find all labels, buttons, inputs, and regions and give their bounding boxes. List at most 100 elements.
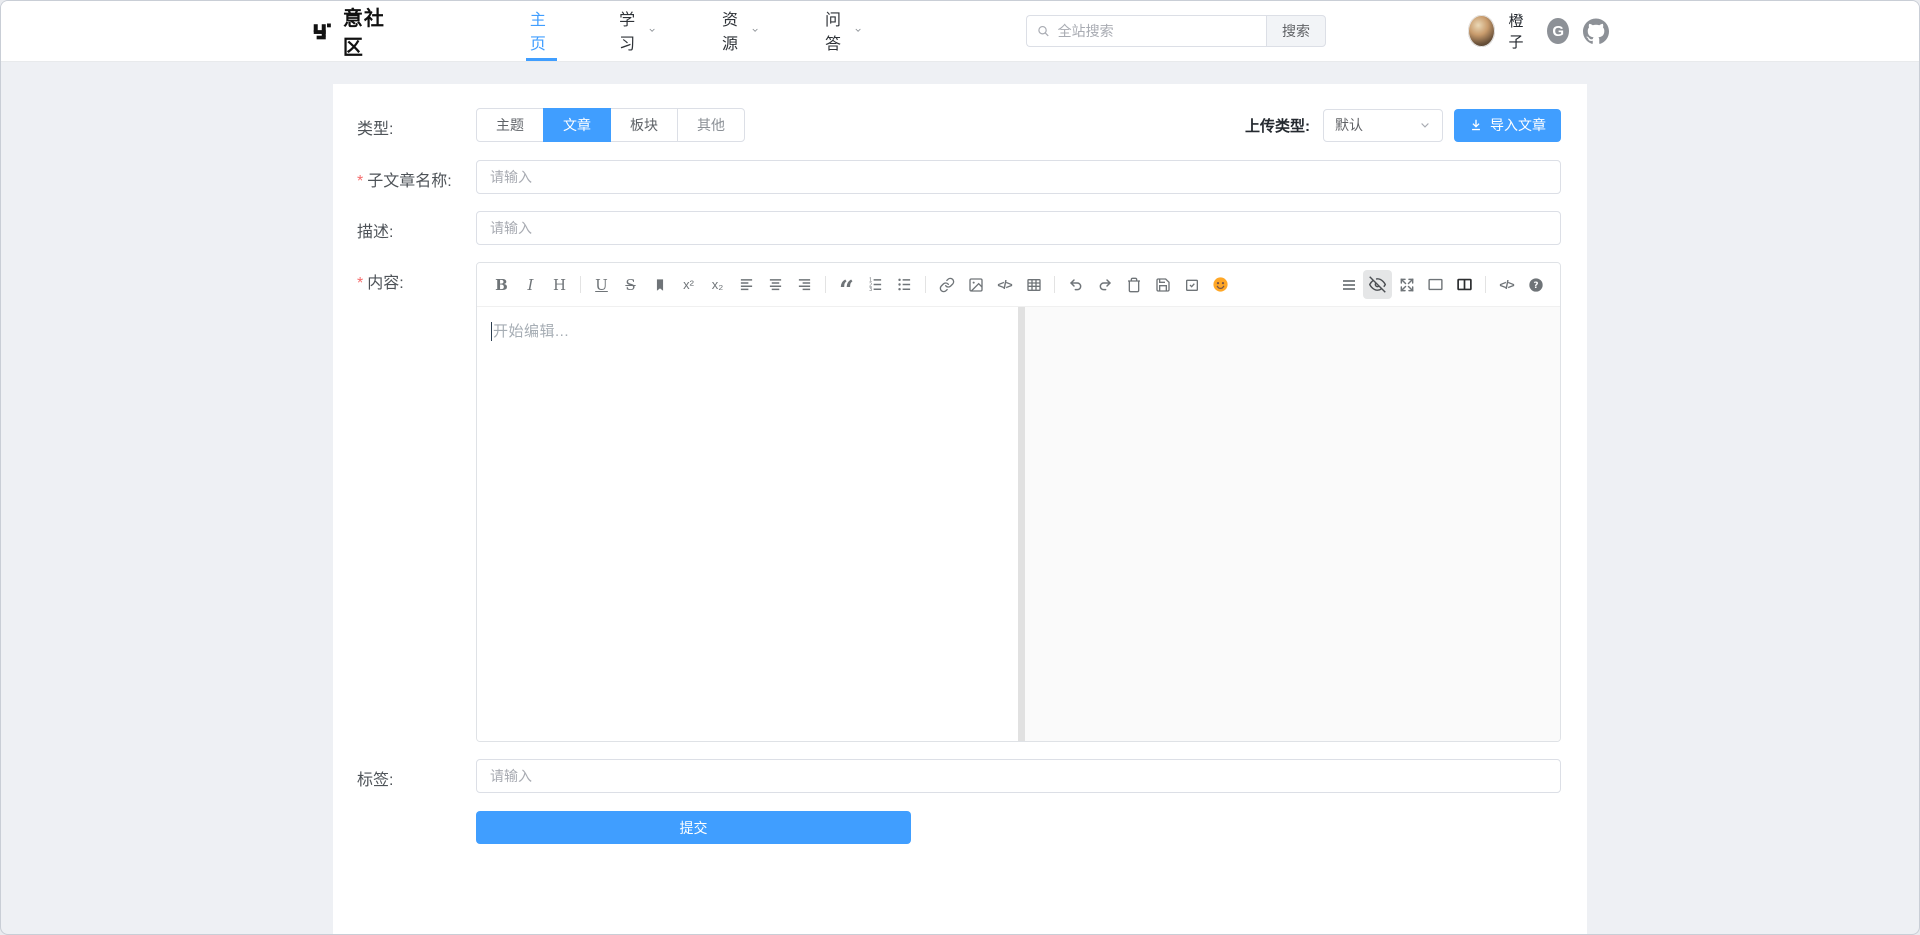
- help-icon: ?: [1528, 277, 1544, 293]
- image-button[interactable]: [961, 270, 990, 299]
- single-pane-icon: [1427, 276, 1444, 293]
- bookmark-icon: [653, 278, 667, 292]
- split-view-button[interactable]: [1450, 270, 1479, 299]
- check-box-icon: [1184, 277, 1200, 293]
- search-input[interactable]: [1058, 23, 1256, 39]
- import-article-label: 导入文章: [1490, 115, 1546, 135]
- tags-input[interactable]: [476, 759, 1561, 793]
- description-label: 描述:: [357, 211, 476, 245]
- text-caret: [491, 322, 492, 341]
- editor-body: 开始编辑...: [477, 307, 1560, 741]
- chevron-down-icon: [648, 24, 656, 36]
- subname-input[interactable]: [476, 160, 1561, 194]
- editor-write-pane[interactable]: 开始编辑...: [477, 307, 1018, 741]
- underline-button[interactable]: U: [587, 270, 616, 299]
- unordered-list-button[interactable]: [890, 270, 919, 299]
- tags-label: 标签:: [357, 759, 476, 793]
- upload-type-value: 默认: [1335, 115, 1363, 135]
- align-center-button[interactable]: [761, 270, 790, 299]
- align-right-icon: [797, 277, 812, 292]
- nav-item-study[interactable]: 学习: [615, 1, 660, 61]
- unordered-list-icon: [897, 277, 912, 292]
- nav-label: 问答: [825, 6, 847, 54]
- redo-icon: [1097, 277, 1113, 293]
- undo-button[interactable]: [1061, 270, 1090, 299]
- row-content: *内容: B I H U S x²: [357, 262, 1561, 742]
- divider: [1485, 276, 1486, 293]
- check-export-button[interactable]: [1177, 270, 1206, 299]
- quote-button[interactable]: “: [832, 270, 861, 299]
- gitee-icon[interactable]: G: [1547, 18, 1569, 44]
- preview-toggle-button[interactable]: [1363, 270, 1392, 299]
- type-option-board[interactable]: 板块: [610, 108, 678, 142]
- trash-icon: [1126, 277, 1142, 293]
- subscript-icon: x₂: [712, 277, 724, 292]
- svg-text:?: ?: [1533, 281, 1538, 291]
- subname-label: *子文章名称:: [357, 160, 476, 194]
- bold-button[interactable]: B: [487, 270, 516, 299]
- search-button[interactable]: 搜索: [1266, 15, 1326, 47]
- quote-icon: “: [839, 274, 854, 296]
- code-mode-icon: </>: [1499, 278, 1513, 292]
- help-button[interactable]: ?: [1521, 270, 1550, 299]
- nav-label: 学习: [619, 6, 641, 54]
- row-description: 描述:: [357, 211, 1561, 245]
- ordered-list-button[interactable]: 123: [861, 270, 890, 299]
- save-icon: [1155, 277, 1171, 293]
- superscript-button[interactable]: x²: [674, 270, 703, 299]
- upload-type-select[interactable]: 默认: [1323, 109, 1443, 142]
- import-article-button[interactable]: 导入文章: [1454, 109, 1561, 142]
- inline-code-button[interactable]: </>: [990, 270, 1019, 299]
- subscript-button[interactable]: x₂: [703, 270, 732, 299]
- github-mark: [1583, 18, 1609, 45]
- editor-toolbar-right: </> ?: [1334, 270, 1550, 299]
- upload-cluster: 上传类型: 默认 导入文章: [1245, 108, 1561, 142]
- avatar[interactable]: [1468, 15, 1495, 47]
- heading-button[interactable]: H: [545, 270, 574, 299]
- delete-button[interactable]: [1119, 270, 1148, 299]
- editor-resize-handle[interactable]: [1018, 307, 1025, 741]
- top-navbar: 意社区 主页 学习 资源 问答: [1, 1, 1919, 62]
- link-button[interactable]: [932, 270, 961, 299]
- description-input[interactable]: [476, 211, 1561, 245]
- emoji-icon: [1212, 276, 1229, 293]
- upload-type-label: 上传类型:: [1245, 115, 1310, 136]
- table-button[interactable]: [1019, 270, 1048, 299]
- type-option-other[interactable]: 其他: [677, 108, 745, 142]
- mark-button[interactable]: [645, 270, 674, 299]
- edit-mode-button[interactable]: </>: [1492, 270, 1521, 299]
- ordered-list-icon: 123: [868, 277, 883, 292]
- eye-off-icon: [1369, 276, 1386, 293]
- emoji-button[interactable]: [1206, 270, 1235, 299]
- search-box: [1026, 15, 1266, 47]
- outline-icon: [1341, 277, 1357, 293]
- user-cluster: 橙子 G: [1468, 10, 1609, 52]
- align-left-button[interactable]: [732, 270, 761, 299]
- logo-icon: [311, 19, 333, 44]
- link-icon: [939, 277, 955, 293]
- single-pane-button[interactable]: [1421, 270, 1450, 299]
- github-icon[interactable]: [1583, 18, 1609, 44]
- redo-button[interactable]: [1090, 270, 1119, 299]
- strikethrough-button[interactable]: S: [616, 270, 645, 299]
- type-radio-group: 主题 文章 板块 其他: [476, 108, 745, 142]
- type-option-article[interactable]: 文章: [543, 108, 611, 142]
- nav-item-resources[interactable]: 资源: [718, 1, 763, 61]
- nav-item-home[interactable]: 主页: [526, 1, 557, 61]
- outline-button[interactable]: [1334, 270, 1363, 299]
- italic-button[interactable]: I: [516, 270, 545, 299]
- nav-item-qa[interactable]: 问答: [821, 1, 866, 61]
- type-label: 类型:: [357, 108, 476, 142]
- align-right-button[interactable]: [790, 270, 819, 299]
- code-icon: </>: [997, 278, 1011, 292]
- fullscreen-button[interactable]: [1392, 270, 1421, 299]
- brand[interactable]: 意社区: [311, 2, 398, 60]
- divider: [1054, 276, 1055, 293]
- chevron-down-icon: [1419, 119, 1431, 131]
- type-option-topic[interactable]: 主题: [476, 108, 544, 142]
- page-frame: 意社区 主页 学习 资源 问答: [0, 0, 1920, 935]
- username[interactable]: 橙子: [1509, 10, 1534, 52]
- divider: [825, 276, 826, 293]
- save-button[interactable]: [1148, 270, 1177, 299]
- submit-button[interactable]: 提交: [476, 811, 911, 844]
